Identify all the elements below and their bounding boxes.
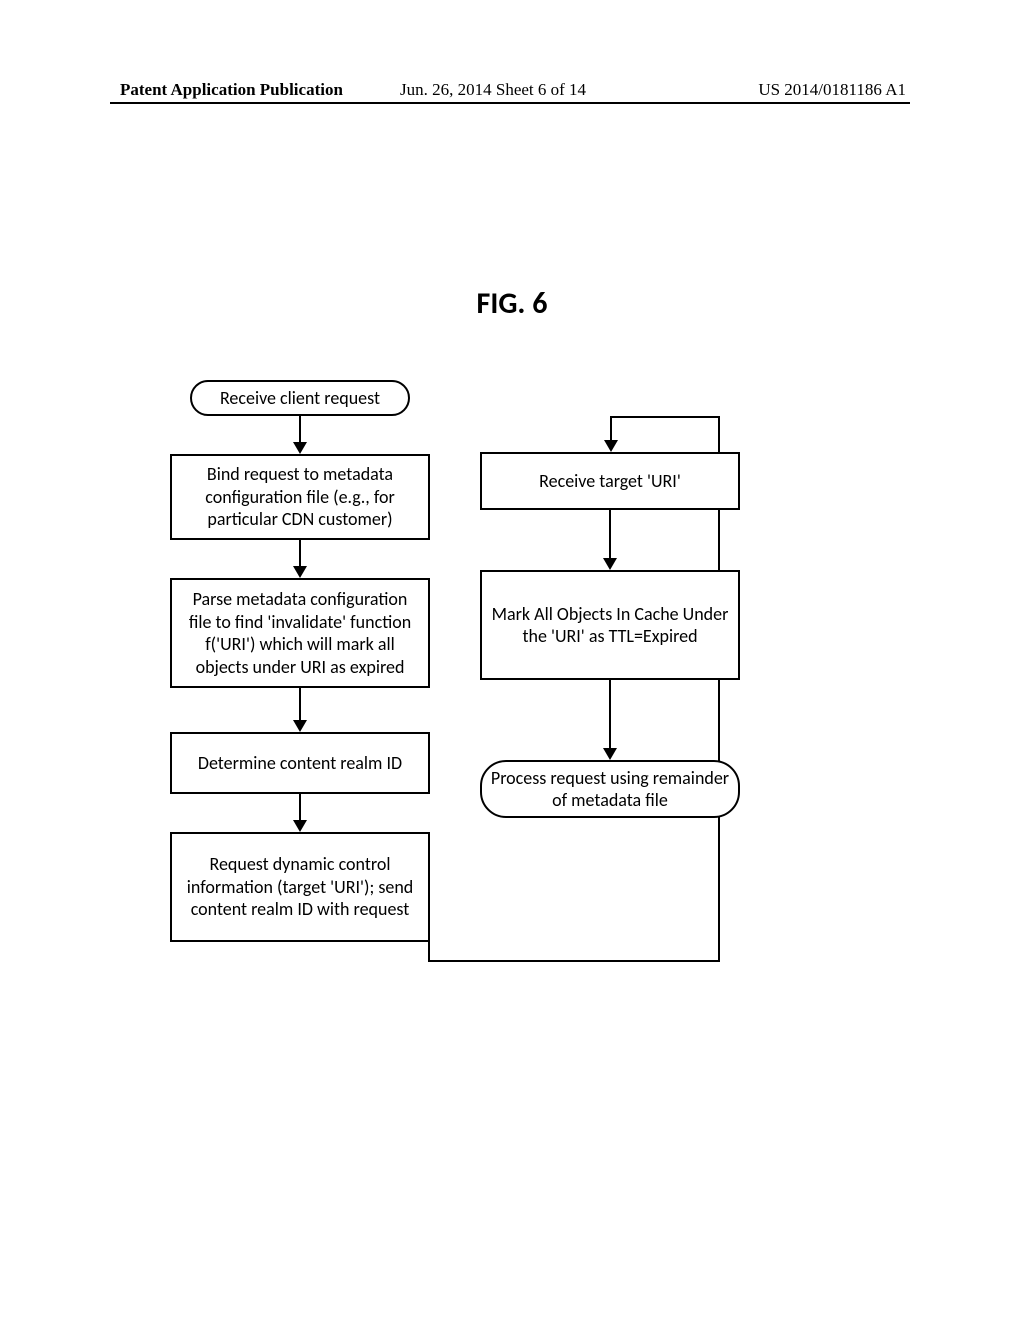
- node-receive: Receive target 'URI': [480, 452, 740, 510]
- node-mark: Mark All Objects In Cache Under the 'URI…: [480, 570, 740, 680]
- node-start: Receive client request: [190, 380, 410, 416]
- arrowhead-icon: [293, 720, 307, 732]
- page: Patent Application Publication Jun. 26, …: [0, 0, 1024, 1320]
- arrowhead-icon: [603, 748, 617, 760]
- header-left: Patent Application Publication: [120, 80, 343, 100]
- arrowhead-icon: [293, 820, 307, 832]
- arrowhead-icon: [293, 566, 307, 578]
- connector: [610, 416, 612, 442]
- header-rule: [110, 102, 910, 104]
- header-right: US 2014/0181186 A1: [758, 80, 906, 100]
- arrow: [299, 416, 301, 444]
- arrow: [299, 540, 301, 568]
- flowchart: Receive client request Bind request to m…: [0, 370, 1024, 1170]
- node-realm: Determine content realm ID: [170, 732, 430, 794]
- connector: [428, 960, 720, 962]
- node-request: Request dynamic control information (tar…: [170, 832, 430, 942]
- connector: [428, 942, 430, 962]
- node-bind: Bind request to metadata configuration f…: [170, 454, 430, 540]
- figure-title: FIG. 6: [0, 285, 1024, 322]
- arrow: [299, 688, 301, 722]
- node-process: Process request using remainder of metad…: [480, 760, 740, 818]
- header-mid: Jun. 26, 2014 Sheet 6 of 14: [400, 80, 586, 100]
- arrowhead-icon: [603, 558, 617, 570]
- arrow: [609, 510, 611, 560]
- arrowhead-icon: [293, 442, 307, 454]
- arrowhead-icon: [604, 440, 618, 452]
- connector: [610, 416, 720, 418]
- arrow: [299, 794, 301, 822]
- node-parse: Parse metadata configuration file to fin…: [170, 578, 430, 688]
- arrow: [609, 680, 611, 750]
